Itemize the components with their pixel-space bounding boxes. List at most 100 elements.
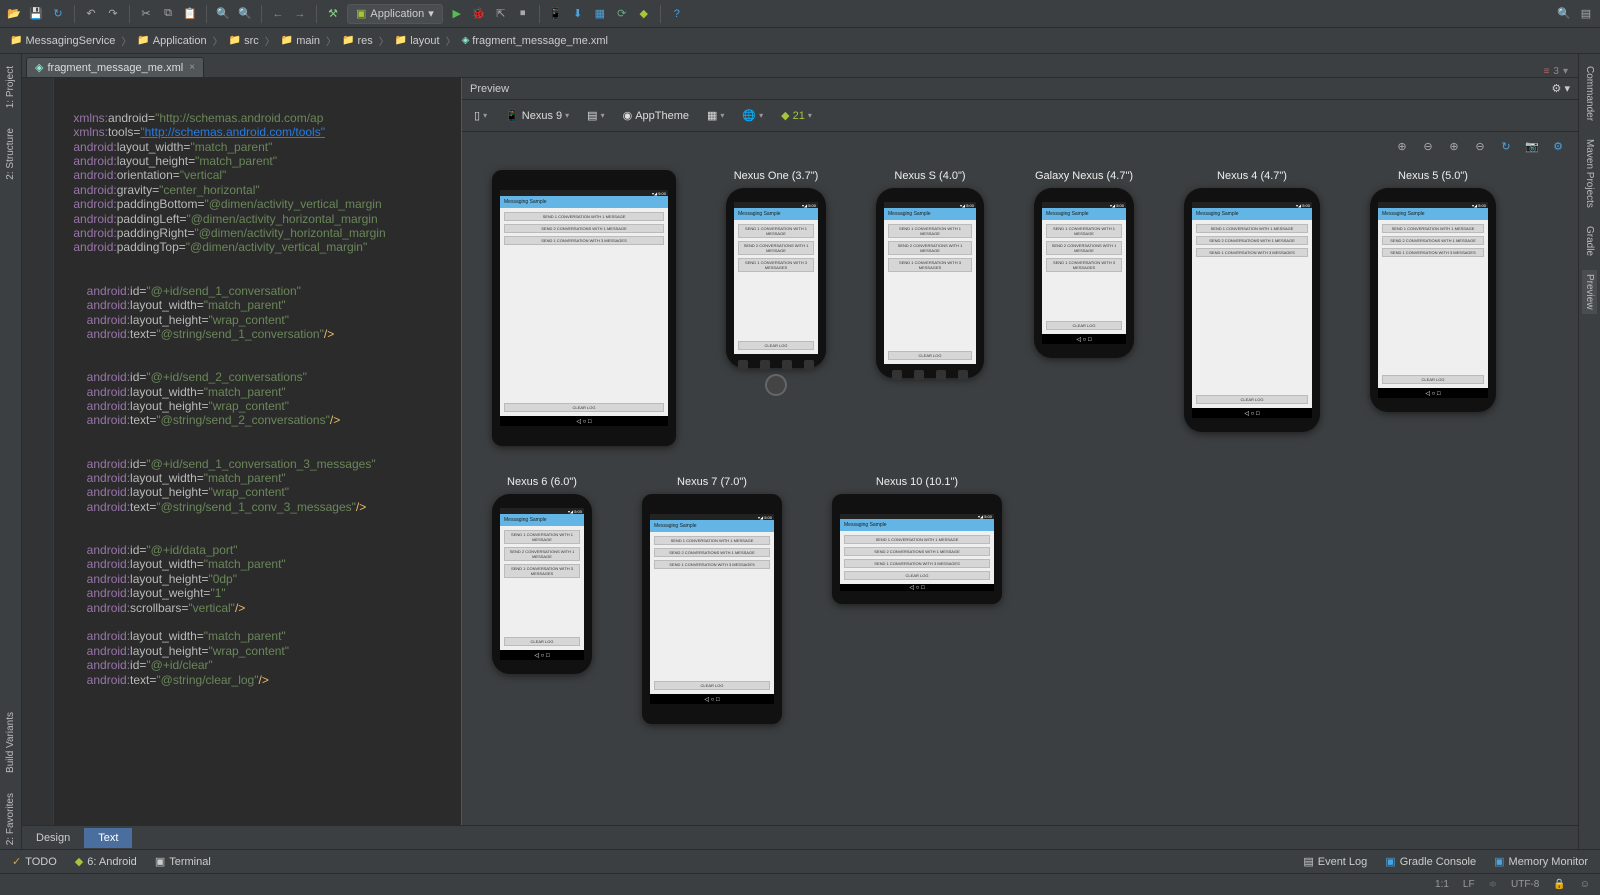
memory-monitor-tool[interactable]: ▣Memory Monitor	[1494, 855, 1588, 868]
forward-icon[interactable]: →	[292, 6, 308, 22]
activity-selector[interactable]: ▦▾	[703, 107, 728, 124]
gradle-console-tool[interactable]: ▣Gradle Console	[1385, 855, 1476, 868]
undo-icon[interactable]: ↶	[83, 6, 99, 22]
android-icon: ▣	[356, 7, 366, 20]
project-tool-tab[interactable]: 1: Project	[3, 62, 18, 112]
orientation-selector[interactable]: ▯▾	[470, 107, 491, 124]
redo-icon[interactable]: ↷	[105, 6, 121, 22]
editor-tab[interactable]: ◈ fragment_message_me.xml ×	[26, 57, 204, 77]
text-tab[interactable]: Text	[84, 828, 132, 848]
cut-icon[interactable]: ✂	[138, 6, 154, 22]
api-selector[interactable]: ◆ 21▾	[777, 107, 816, 124]
device-label: Nexus 7 (7.0")	[677, 476, 747, 488]
run-config-selector[interactable]: ▣ Application ▾	[347, 4, 443, 24]
device-preview[interactable]: ▾◢ 5:00Messaging SampleSEND 1 CONVERSATI…	[492, 170, 676, 446]
breadcrumb-item[interactable]: 📁main	[277, 33, 324, 49]
replace-icon[interactable]: 🔍	[237, 6, 253, 22]
design-tab[interactable]: Design	[22, 828, 84, 848]
monitor-icon[interactable]: ▦	[592, 6, 608, 22]
debug-icon[interactable]: 🐞	[471, 6, 487, 22]
paste-icon[interactable]: 📋	[182, 6, 198, 22]
breadcrumb-item[interactable]: 📁Application	[133, 33, 210, 49]
commander-tab[interactable]: Commander	[1582, 62, 1597, 125]
search-everywhere-icon[interactable]: 🔍	[1556, 6, 1572, 22]
line-separator[interactable]: LF	[1463, 879, 1475, 890]
breadcrumb-item[interactable]: ◈fragment_message_me.xml	[458, 33, 612, 49]
editor-mode-tabs: Design Text	[22, 825, 1578, 849]
device-preview[interactable]: Nexus 10 (10.1")▾◢ 5:00Messaging SampleS…	[832, 476, 1002, 724]
file-encoding[interactable]: UTF-8	[1511, 879, 1539, 890]
screenshot-icon[interactable]: 📷	[1524, 138, 1540, 154]
device-preview[interactable]: Nexus 4 (4.7")▾◢ 5:00Messaging SampleSEN…	[1184, 170, 1320, 446]
stop-icon[interactable]: ⏹	[515, 6, 531, 22]
lock-icon[interactable]: 🔒	[1553, 879, 1565, 890]
config-selector[interactable]: ▤▾	[583, 107, 608, 124]
close-icon[interactable]: ×	[189, 62, 195, 73]
zoom-actual-icon[interactable]: ⊖	[1472, 138, 1488, 154]
device-label: Nexus 5 (5.0")	[1398, 170, 1468, 182]
editor-tabs: ◈ fragment_message_me.xml × ≡3 ▾	[22, 54, 1578, 78]
gradle-tab[interactable]: Gradle	[1582, 222, 1597, 260]
breadcrumb-item[interactable]: 📁src	[225, 33, 263, 49]
device-preview[interactable]: Nexus 6 (6.0")▾◢ 5:00Messaging SampleSEN…	[492, 476, 592, 724]
device-preview[interactable]: Galaxy Nexus (4.7")▾◢ 5:00Messaging Samp…	[1034, 170, 1134, 446]
device-label: Nexus 6 (6.0")	[507, 476, 577, 488]
copy-icon[interactable]: ⧉	[160, 6, 176, 22]
android-robot-icon[interactable]: ◆	[636, 6, 652, 22]
maven-tab[interactable]: Maven Projects	[1582, 135, 1597, 212]
terminal-tool[interactable]: ▣Terminal	[155, 855, 211, 868]
device-label: Galaxy Nexus (4.7")	[1035, 170, 1133, 182]
save-icon[interactable]: 💾	[28, 6, 44, 22]
zoom-out-icon[interactable]: ⊖	[1420, 138, 1436, 154]
sync-gradle-icon[interactable]: ⟳	[614, 6, 630, 22]
breadcrumb-item[interactable]: 📁layout	[391, 33, 444, 49]
preview-tab[interactable]: Preview	[1582, 270, 1597, 314]
build-variants-tab[interactable]: Build Variants	[3, 708, 18, 777]
theme-selector[interactable]: ◉ AppTheme	[619, 107, 693, 124]
preview-pane: Preview ⚙ ▾ ▯▾ 📱 Nexus 9▾ ▤▾ ◉ AppTheme …	[462, 78, 1578, 825]
device-label: Nexus 4 (4.7")	[1217, 170, 1287, 182]
event-log-tool[interactable]: ▤Event Log	[1303, 855, 1367, 868]
zoom-in-icon[interactable]: ⊕	[1394, 138, 1410, 154]
locale-selector[interactable]: 🌐▾	[738, 107, 767, 124]
gear-icon[interactable]: ⚙ ▾	[1552, 82, 1570, 95]
help-icon[interactable]: ?	[669, 6, 685, 22]
android-tool[interactable]: ◆6: Android	[75, 855, 137, 868]
chevron-down-icon: ▾	[428, 7, 434, 20]
sdk-icon[interactable]: ⬇	[570, 6, 586, 22]
zoom-fit-icon[interactable]: ⊕	[1446, 138, 1462, 154]
device-preview[interactable]: Nexus 5 (5.0")▾◢ 5:00Messaging SampleSEN…	[1370, 170, 1496, 446]
todo-tool[interactable]: ✓TODO	[12, 855, 57, 868]
refresh-icon[interactable]: ↻	[1498, 138, 1514, 154]
device-preview[interactable]: Nexus S (4.0")▾◢ 5:00Messaging SampleSEN…	[876, 170, 984, 446]
structure-tool-tab[interactable]: 2: Structure	[3, 124, 18, 184]
avd-icon[interactable]: 📱	[548, 6, 564, 22]
status-bar: 1:1 LF ≑ UTF-8 🔒 ☺	[0, 873, 1600, 895]
device-preview[interactable]: Nexus 7 (7.0")▾◢ 5:00Messaging SampleSEN…	[642, 476, 782, 724]
find-icon[interactable]: 🔍	[215, 6, 231, 22]
bottom-tool-window-bar: ✓TODO ◆6: Android ▣Terminal ▤Event Log ▣…	[0, 849, 1600, 873]
open-icon[interactable]: 📂	[6, 6, 22, 22]
breadcrumb-item[interactable]: 📁res	[338, 33, 377, 49]
chevron-down-icon[interactable]: ▾	[1563, 66, 1568, 77]
attach-icon[interactable]: ⇱	[493, 6, 509, 22]
back-icon[interactable]: ←	[270, 6, 286, 22]
device-label: Nexus S (4.0")	[894, 170, 965, 182]
breadcrumb-item[interactable]: 📁MessagingService	[6, 33, 119, 49]
sync-icon[interactable]: ↻	[50, 6, 66, 22]
xml-file-icon: ◈	[35, 61, 43, 74]
settings-icon[interactable]: ▤	[1578, 6, 1594, 22]
run-icon[interactable]: ▶	[449, 6, 465, 22]
left-tool-stripe: 1: Project 2: Structure Build Variants 2…	[0, 54, 22, 849]
code-editor[interactable]: xmlns:android="http://schemas.android.co…	[22, 78, 462, 825]
device-label: Nexus 10 (10.1")	[876, 476, 958, 488]
hector-icon[interactable]: ☺	[1580, 879, 1590, 890]
favorites-tab[interactable]: 2: Favorites	[3, 789, 18, 849]
make-icon[interactable]: ⚒	[325, 6, 341, 22]
preview-toolbar: ▯▾ 📱 Nexus 9▾ ▤▾ ◉ AppTheme ▦▾ 🌐▾ ◆ 21▾	[462, 100, 1578, 132]
preview-title: Preview	[470, 83, 509, 95]
device-selector[interactable]: 📱 Nexus 9▾	[501, 107, 573, 124]
device-preview[interactable]: Nexus One (3.7")▾◢ 5:00Messaging SampleS…	[726, 170, 826, 446]
settings-icon[interactable]: ⚙	[1550, 138, 1566, 154]
caret-position: 1:1	[1435, 879, 1449, 890]
